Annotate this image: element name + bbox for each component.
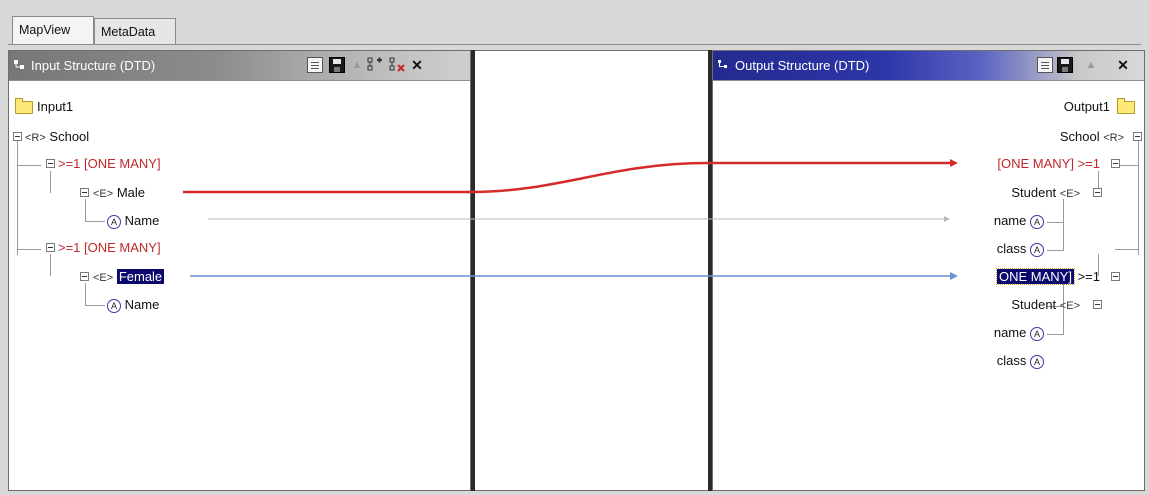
element-icon: <E> bbox=[93, 188, 114, 200]
input-root-folder[interactable]: Input1 bbox=[37, 99, 73, 115]
collapse-icon[interactable] bbox=[1111, 159, 1120, 168]
input-school-node[interactable]: <R> School bbox=[25, 129, 89, 146]
delete-node-icon[interactable] bbox=[389, 57, 405, 73]
element-icon: <E> bbox=[1059, 188, 1080, 200]
output-group1-node[interactable]: [ONE MANY] >=1 bbox=[997, 156, 1100, 172]
left-splitter[interactable] bbox=[471, 50, 475, 491]
move-up-icon[interactable]: ▲ bbox=[349, 57, 365, 73]
collapse-icon[interactable] bbox=[1133, 132, 1142, 141]
input-group2-node[interactable]: >=1 [ONE MANY] bbox=[58, 240, 161, 256]
collapse-icon[interactable] bbox=[46, 159, 55, 168]
input-female-node[interactable]: <E> Female bbox=[93, 269, 165, 286]
output-name1-attr[interactable]: name A bbox=[994, 213, 1044, 229]
mapping-canvas[interactable] bbox=[471, 50, 711, 491]
element-icon: <E> bbox=[93, 272, 114, 284]
attribute-icon: A bbox=[107, 214, 121, 229]
output-title: Output Structure (DTD) bbox=[735, 58, 870, 73]
input-group1-node[interactable]: >=1 [ONE MANY] bbox=[58, 156, 161, 172]
input-header: Input Structure (DTD) ▲ ✕ bbox=[9, 51, 470, 81]
save-icon[interactable] bbox=[329, 57, 345, 73]
input-female-name-attr[interactable]: A Name bbox=[107, 297, 159, 313]
root-element-icon: <R> bbox=[25, 132, 46, 144]
output-structure-pane: Output Structure (DTD) ▲ ✕ Output1 Schoo… bbox=[712, 50, 1145, 491]
output-class2-attr[interactable]: class A bbox=[997, 353, 1044, 369]
input-title: Input Structure (DTD) bbox=[31, 58, 156, 73]
move-up-icon[interactable]: ▲ bbox=[1083, 57, 1099, 73]
tab-mapview[interactable]: MapView bbox=[12, 16, 94, 44]
attribute-icon: A bbox=[1030, 354, 1044, 369]
element-icon: <E> bbox=[1059, 300, 1080, 312]
input-structure-pane: Input Structure (DTD) ▲ ✕ Input1 <R> Sch… bbox=[8, 50, 471, 491]
attribute-icon: A bbox=[1030, 326, 1044, 341]
root-element-icon: <R> bbox=[1103, 132, 1124, 144]
output-student1-node[interactable]: Student <E> bbox=[1011, 185, 1080, 202]
output-name2-attr[interactable]: name A bbox=[994, 325, 1044, 341]
document-icon[interactable] bbox=[1037, 57, 1053, 73]
output-class1-attr[interactable]: class A bbox=[997, 241, 1044, 257]
collapse-icon[interactable] bbox=[80, 272, 89, 281]
structure-icon bbox=[14, 60, 24, 69]
output-school-node[interactable]: School <R> bbox=[1060, 129, 1124, 146]
output-root-folder[interactable]: Output1 bbox=[1064, 99, 1110, 115]
attribute-icon: A bbox=[1030, 242, 1044, 257]
input-male-name-attr[interactable]: A Name bbox=[107, 213, 159, 229]
collapse-icon[interactable] bbox=[46, 243, 55, 252]
output-student2-node[interactable]: Student <E> bbox=[1011, 297, 1080, 314]
collapse-icon[interactable] bbox=[1111, 272, 1120, 281]
save-icon[interactable] bbox=[1057, 57, 1073, 73]
structure-icon bbox=[718, 60, 727, 68]
attribute-icon: A bbox=[107, 298, 121, 313]
collapse-icon[interactable] bbox=[13, 132, 22, 141]
collapse-icon[interactable] bbox=[1093, 300, 1102, 309]
folder-icon bbox=[15, 98, 33, 114]
collapse-icon[interactable] bbox=[80, 188, 89, 197]
document-icon[interactable] bbox=[307, 57, 323, 73]
folder-icon bbox=[1117, 98, 1135, 114]
tab-divider bbox=[8, 44, 1141, 45]
close-icon[interactable]: ✕ bbox=[409, 57, 425, 73]
input-male-node[interactable]: <E> Male bbox=[93, 185, 145, 202]
tab-metadata[interactable]: MetaData bbox=[94, 18, 176, 44]
output-group2-node[interactable]: ONE MANY] >=1 bbox=[995, 268, 1100, 285]
attribute-icon: A bbox=[1030, 214, 1044, 229]
add-node-icon[interactable] bbox=[367, 57, 383, 73]
close-icon[interactable]: ✕ bbox=[1115, 57, 1131, 73]
output-header: Output Structure (DTD) ▲ ✕ bbox=[713, 51, 1144, 81]
collapse-icon[interactable] bbox=[1093, 188, 1102, 197]
